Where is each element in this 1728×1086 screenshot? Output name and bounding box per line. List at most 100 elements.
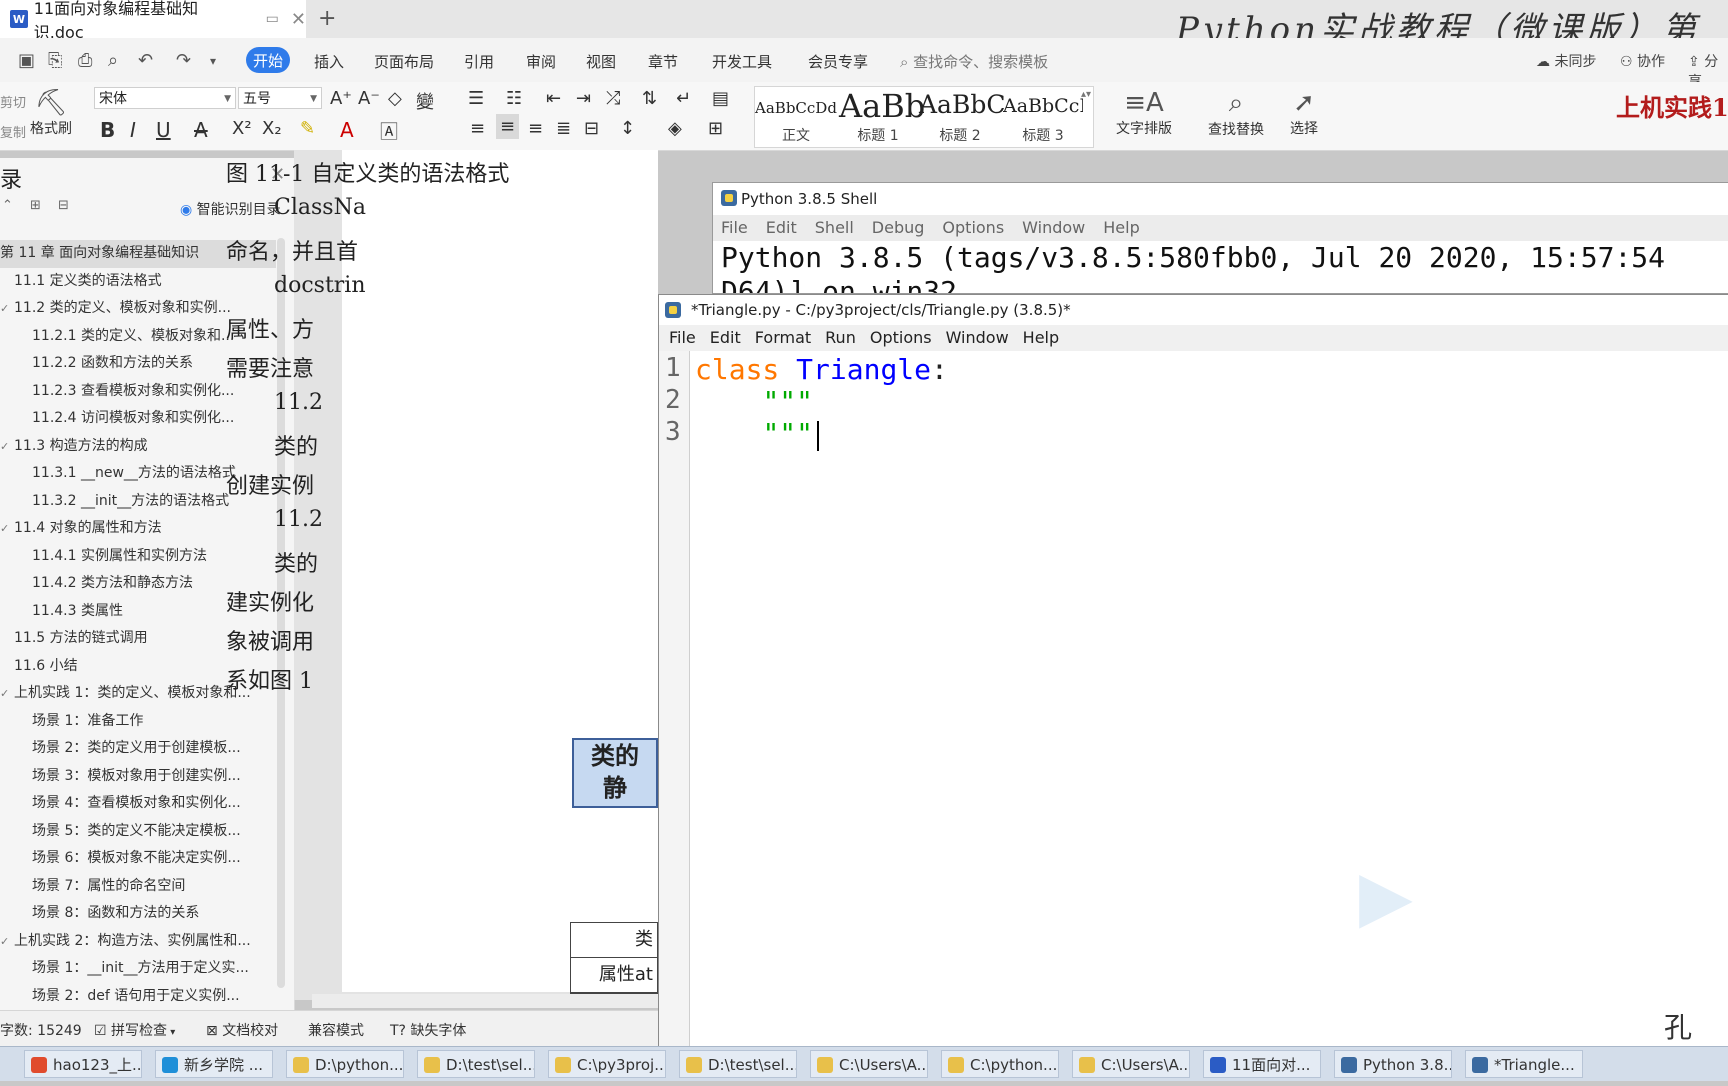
bold-icon[interactable]: B (100, 118, 115, 142)
shading-icon[interactable]: ◈ (668, 118, 682, 139)
taskbar-button[interactable]: Python 3.8... (1334, 1050, 1452, 1078)
gallery-scroll-icon[interactable]: ▴▾ (1081, 89, 1091, 100)
tab-member[interactable]: 会员专享 (808, 51, 868, 72)
horizontal-scrollbar[interactable] (312, 994, 658, 1008)
python-shell-window[interactable]: Python 3.8.5 Shell File Edit Shell Debug Opt… (712, 182, 1728, 294)
toc-item[interactable]: 11.4.1 实例属性和实例方法 (0, 543, 276, 571)
tab-view[interactable]: 视图 (586, 51, 616, 72)
shell-output[interactable]: Python 3.8.5 (tags/v3.8.5:580fbb0, Jul 2… (713, 241, 1728, 293)
expand-chevron-icon[interactable]: ✓ (0, 928, 14, 956)
restore-tab-icon[interactable]: ▭ (266, 11, 279, 27)
line-spacing-icon[interactable]: ↕ (620, 118, 635, 139)
copy-button[interactable]: 复制 (0, 122, 26, 141)
tab-developer[interactable]: 开发工具 (712, 51, 772, 72)
show-marks-icon[interactable]: ↵ (676, 88, 691, 109)
shell-menu-shell[interactable]: Shell (815, 218, 854, 237)
shell-menu-window[interactable]: Window (1022, 218, 1085, 237)
find-replace-button[interactable]: ⌕ 查找替换 (1208, 88, 1264, 139)
numbered-list-icon[interactable]: ☷ (506, 88, 522, 109)
tab-review[interactable]: 审阅 (526, 51, 556, 72)
document-page[interactable]: 图 11-1 自定义类的语法格式 ClassNa 命名，并且首 docstrin 属性、… (226, 150, 658, 992)
shell-menu-help[interactable]: Help (1103, 218, 1139, 237)
export-icon[interactable]: ⎘ (48, 50, 62, 71)
font-family-select[interactable]: 宋体 ▼ (94, 87, 236, 109)
expand-chevron-icon[interactable]: ✓ (0, 680, 14, 708)
borders-icon[interactable]: ⊞ (708, 118, 723, 139)
remove-heading-icon[interactable]: ⊟ (58, 198, 69, 213)
editor-menu-format[interactable]: Format (755, 328, 811, 347)
taskbar-button[interactable]: *Triangle... (1465, 1050, 1583, 1078)
collapse-all-icon[interactable]: ⌃ (2, 198, 13, 213)
toc-item[interactable]: 场景 3：模板对象用于创建实例... (0, 763, 276, 791)
toc-item[interactable]: 场景 6：模板对象不能决定实例... (0, 845, 276, 873)
editor-menu-edit[interactable]: Edit (710, 328, 741, 347)
tab-home[interactable]: 开始 (246, 47, 290, 73)
superscript-icon[interactable]: X² (232, 118, 252, 139)
save-icon[interactable]: ▣ (18, 50, 35, 71)
tab-insert[interactable]: 插入 (314, 51, 344, 72)
collaborate-button[interactable]: ⚇ 协作 (1620, 51, 1665, 71)
editor-menu-options[interactable]: Options (870, 328, 932, 347)
font-size-select[interactable]: 五号 ▼ (238, 87, 322, 109)
shell-menu-file[interactable]: File (721, 218, 748, 237)
close-tab-icon[interactable]: ✕ (291, 9, 306, 30)
sort-icon[interactable]: ⇅ (642, 88, 657, 109)
sync-status[interactable]: ☁ 未同步 (1536, 51, 1596, 71)
doc-proof-button[interactable]: ⊠ 文档校对 (206, 1020, 278, 1040)
font-color-icon[interactable]: A (340, 118, 354, 142)
style-heading-1[interactable]: AaBb 标题 1 (839, 87, 925, 147)
toc-item[interactable]: 11.2.4 访问模板对象和实例化... (0, 405, 276, 433)
taskbar-button[interactable]: hao123_上... (24, 1050, 142, 1078)
taskbar-button[interactable]: D:\python... (286, 1050, 404, 1078)
editor-menu-file[interactable]: File (669, 328, 696, 347)
taskbar-button[interactable]: 11面向对... (1203, 1050, 1321, 1078)
increase-indent-icon[interactable]: ⇥ (576, 88, 591, 109)
new-tab-icon[interactable]: + (318, 6, 336, 31)
taskbar-button[interactable]: C:\Users\A... (1072, 1050, 1190, 1078)
cut-button[interactable]: 剪切 (0, 92, 26, 111)
print-icon[interactable]: ⎙ (78, 50, 92, 71)
print-preview-icon[interactable]: ⌕ (108, 50, 118, 71)
strikethrough-icon[interactable]: A (194, 118, 208, 142)
pinyin-icon[interactable]: 變 (416, 88, 434, 114)
style-heading-2[interactable]: AaBbC 标题 2 (919, 87, 1005, 147)
underline-icon[interactable]: U (156, 118, 171, 142)
align-center-icon[interactable]: ≡ (496, 114, 520, 139)
text-layout-button[interactable]: ≡A 文字排版 (1116, 88, 1172, 138)
spell-check-button[interactable]: ☑ 拼写检查 ▾ (94, 1020, 175, 1040)
add-heading-icon[interactable]: ⊞ (30, 198, 41, 213)
expand-chevron-icon[interactable]: ✓ (0, 295, 14, 323)
table-of-contents-icon[interactable]: ▤ (712, 88, 729, 109)
toc-item[interactable]: 11.1 定义类的语法格式 (0, 268, 276, 296)
toc-item[interactable]: 场景 7：属性的命名空间 (0, 873, 276, 901)
toc-item[interactable]: 场景 5：类的定义不能决定模板... (0, 818, 276, 846)
toc-item[interactable]: 场景 8：函数和方法的关系 (0, 900, 276, 928)
redo-icon[interactable]: ↷ (176, 50, 191, 71)
taskbar-button[interactable]: D:\test\sel... (417, 1050, 535, 1078)
undo-icon[interactable]: ↶ (138, 50, 153, 71)
shell-menu-options[interactable]: Options (942, 218, 1004, 237)
toc-item[interactable]: ✓ 11.4 对象的属性和方法 (0, 515, 276, 543)
justify-icon[interactable]: ≣ (556, 118, 571, 139)
taskbar-button[interactable]: C:\Users\A... (810, 1050, 928, 1078)
taskbar-button[interactable]: C:\py3proj... (548, 1050, 666, 1078)
subscript-icon[interactable]: X₂ (262, 118, 282, 139)
grow-font-icon[interactable]: A⁺ (330, 88, 352, 109)
expand-chevron-icon[interactable]: ✓ (0, 515, 14, 543)
distribute-icon[interactable]: ⊟ (584, 118, 599, 139)
editor-menu-window[interactable]: Window (946, 328, 1009, 347)
shell-menu-edit[interactable]: Edit (766, 218, 797, 237)
style-heading-3[interactable]: AaBbCcI 标题 3 (1003, 87, 1083, 147)
toc-item[interactable]: 场景 1：准备工作 (0, 708, 276, 736)
select-button[interactable]: ➚ 选择 (1290, 88, 1318, 138)
tab-page-layout[interactable]: 页面布局 (374, 51, 434, 72)
align-left-icon[interactable]: ≡ (470, 118, 485, 139)
editor-title-bar[interactable]: *Triangle.py - C:/py3project/cls/Triangl… (659, 295, 1728, 325)
format-painter-button[interactable]: ⛏ 格式刷 (30, 88, 72, 138)
toc-item[interactable]: ✓ 11.3 构造方法的构成 (0, 433, 276, 461)
tab-chapter[interactable]: 章节 (648, 51, 678, 72)
italic-icon[interactable]: I (130, 118, 136, 142)
editor-menu-run[interactable]: Run (825, 328, 856, 347)
taskbar-button[interactable]: 新乡学院 ... (155, 1050, 273, 1078)
taskbar-button[interactable]: C:\python... (941, 1050, 1059, 1078)
